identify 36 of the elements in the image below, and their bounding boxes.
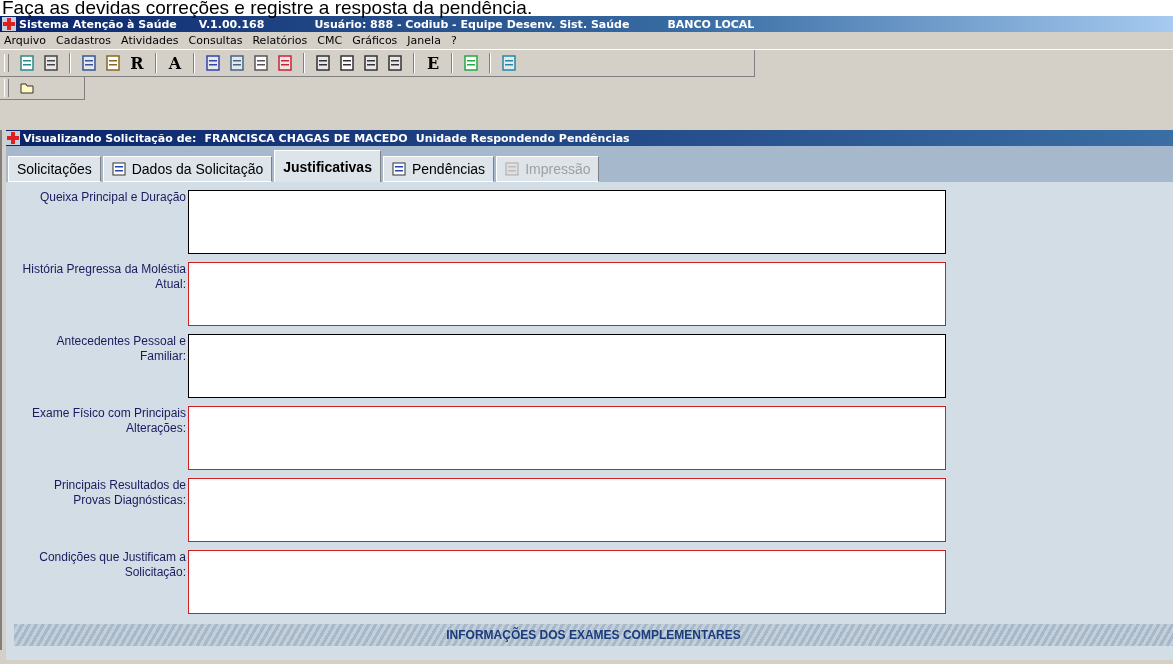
toolbar-button[interactable]: R <box>125 52 149 74</box>
unit-status: Unidade Respondendo Pendências <box>415 131 630 145</box>
cross-icon <box>6 131 20 145</box>
menu-item[interactable]: Atividades <box>121 34 179 47</box>
field-label: História Pregressa da Moléstia Atual: <box>21 262 187 293</box>
tab[interactable]: Solicitações <box>8 156 101 182</box>
menu-item[interactable]: Gráficos <box>352 34 398 47</box>
toolbar-button[interactable]: A <box>163 52 187 74</box>
field-label: Exame Físico com Principais Alterações: <box>30 406 187 437</box>
text-area[interactable] <box>188 334 946 398</box>
section-header: INFORMAÇÕES DOS EXAMES COMPLEMENTARES <box>14 624 1173 646</box>
toolbar-grip <box>4 54 9 72</box>
field-label: Principais Resultados de Provas Diagnósticas: <box>52 478 187 509</box>
version-text: V.1.00.168 <box>198 17 265 31</box>
menu-item[interactable]: Relatórios <box>252 34 308 47</box>
tab[interactable]: Pendências <box>382 156 495 182</box>
field-label: Condições que Justificam a Solicitação: <box>38 550 187 581</box>
menu-item[interactable]: Cadastros <box>56 34 112 47</box>
folder-icon <box>20 82 34 94</box>
window-title: Sistema Atenção à Saúde <box>19 17 177 31</box>
tab[interactable]: Justificativas <box>274 150 381 182</box>
field-label: Antecedentes Pessoal e Familiar: <box>55 334 187 365</box>
field-label: Queixa Principal e Duração <box>38 190 187 206</box>
menu-item[interactable]: Arquivo <box>4 34 47 47</box>
patient-name: FRANCISCA CHAGAS DE MACEDO <box>204 131 408 145</box>
text-area[interactable] <box>188 190 946 254</box>
database-text: BANCO LOCAL <box>667 17 755 31</box>
menu-item[interactable]: ? <box>450 34 457 47</box>
menu-item[interactable]: Consultas <box>188 34 243 47</box>
tab[interactable]: Dados da Solicitação <box>102 156 273 182</box>
child-window-title: Visualizando Solicitação de: <box>23 131 197 145</box>
menu-item[interactable]: CMC <box>317 34 343 47</box>
cross-icon <box>2 17 16 31</box>
menu-item[interactable]: Janela <box>407 34 441 47</box>
toolbar-button[interactable]: E <box>421 52 445 74</box>
toolbar-grip <box>4 79 9 97</box>
